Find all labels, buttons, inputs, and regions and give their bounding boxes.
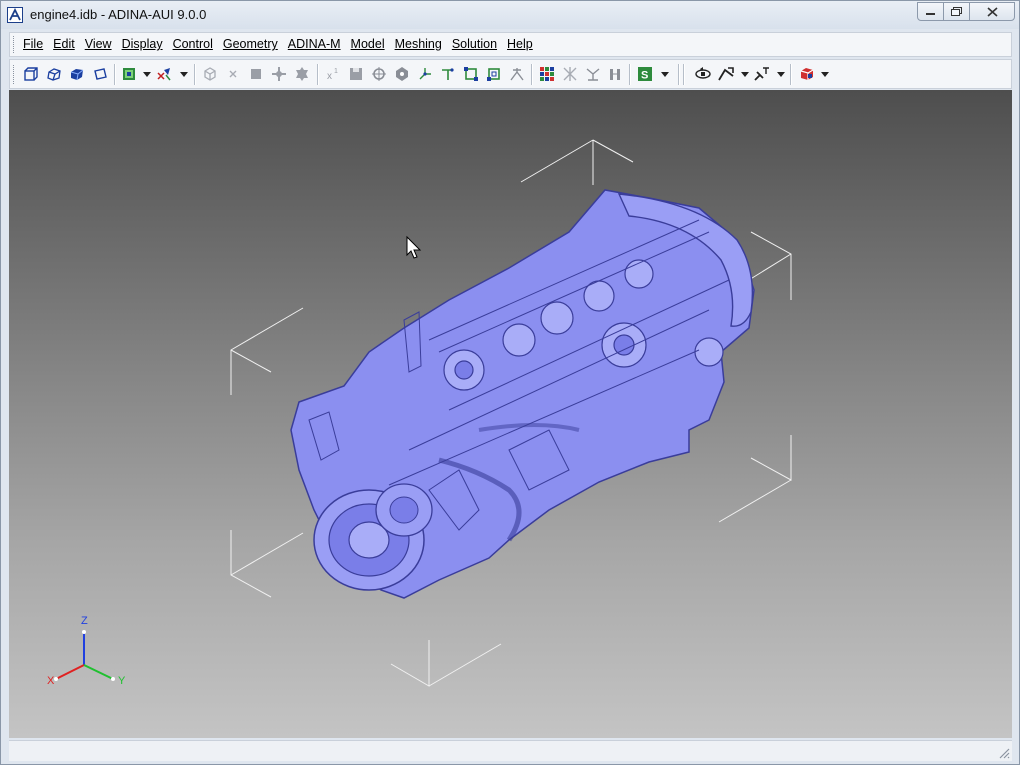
status-bar	[9, 740, 1012, 761]
zone-dropdown-icon[interactable]	[143, 72, 151, 77]
axis-icon[interactable]	[416, 65, 434, 83]
menu-meshing[interactable]: Meshing	[395, 37, 442, 51]
mesh-bar-icon[interactable]	[607, 65, 625, 83]
coordinate-icon[interactable]: x1	[324, 65, 342, 83]
symbol-plot-icon[interactable]	[155, 65, 173, 83]
menu-display[interactable]: Display	[122, 37, 163, 51]
menu-model[interactable]: Model	[351, 37, 385, 51]
minimize-button[interactable]	[917, 2, 944, 21]
menu-control[interactable]: Control	[173, 37, 213, 51]
solution-dropdown-icon[interactable]	[661, 72, 669, 77]
svg-text:1: 1	[334, 68, 338, 75]
mesh-branch-icon[interactable]	[584, 65, 602, 83]
delete-icon[interactable]	[224, 65, 242, 83]
title-bar: engine4.idb - ADINA-AUI 9.0.0	[1, 1, 1019, 29]
menu-file[interactable]: File	[23, 37, 43, 51]
square-icon[interactable]	[247, 65, 265, 83]
view-iso-icon[interactable]	[45, 65, 63, 83]
svg-text:S: S	[641, 70, 648, 82]
color-cube-icon[interactable]	[798, 65, 816, 83]
restore-icon	[951, 7, 962, 16]
menu-adina-m[interactable]: ADINA-M	[288, 37, 341, 51]
mesh-node-icon[interactable]	[561, 65, 579, 83]
shaded-view-icon[interactable]	[68, 65, 86, 83]
gear-body-icon[interactable]	[293, 65, 311, 83]
graphics-viewport[interactable]: Z X Y	[9, 90, 1012, 738]
menu-solution[interactable]: Solution	[452, 37, 497, 51]
save-icon[interactable]	[347, 65, 365, 83]
y-axis-label: Y	[118, 675, 126, 687]
axis-triad: Z X Y	[47, 615, 126, 687]
adina-logo-icon	[7, 7, 23, 23]
maximize-button[interactable]	[943, 2, 970, 21]
move-icon[interactable]	[270, 65, 288, 83]
rotate-icon[interactable]	[694, 65, 712, 83]
color-cube-dropdown-icon[interactable]	[821, 72, 829, 77]
main-toolbar: x1 S	[9, 59, 1012, 89]
pan-icon[interactable]	[717, 65, 735, 83]
close-button[interactable]	[969, 2, 1015, 21]
node-icon[interactable]	[393, 65, 411, 83]
scatter-icon[interactable]	[508, 65, 526, 83]
menu-view[interactable]: View	[85, 37, 112, 51]
menu-bar: File Edit View Display Control Geometry …	[9, 32, 1012, 57]
point-icon[interactable]	[370, 65, 388, 83]
mesh-color-icon[interactable]	[538, 65, 556, 83]
cube-icon[interactable]	[201, 65, 219, 83]
svg-text:x: x	[327, 71, 332, 82]
window-controls	[917, 2, 1015, 21]
menu-edit[interactable]: Edit	[53, 37, 75, 51]
menubar-grip[interactable]	[13, 36, 17, 53]
symbol-plot-dropdown-icon[interactable]	[180, 72, 188, 77]
solution-icon[interactable]: S	[636, 65, 654, 83]
engine-model[interactable]	[290, 189, 755, 599]
y-axis	[83, 664, 114, 680]
menu-geometry[interactable]: Geometry	[223, 37, 278, 51]
close-icon	[986, 6, 998, 17]
z-axis-label: Z	[81, 615, 88, 627]
view-front-icon[interactable]	[22, 65, 40, 83]
window-title: engine4.idb - ADINA-AUI 9.0.0	[30, 7, 207, 22]
box-frame-icon[interactable]	[485, 65, 503, 83]
x-axis-label: X	[47, 675, 55, 687]
wireframe-view-icon[interactable]	[91, 65, 109, 83]
zoom-dropdown-icon[interactable]	[777, 72, 785, 77]
resize-grip-icon[interactable]	[998, 747, 1010, 759]
frame-icon[interactable]	[462, 65, 480, 83]
model-scene: Z X Y	[47, 139, 792, 687]
menu-help[interactable]: Help	[507, 37, 533, 51]
minimize-icon	[925, 12, 935, 15]
toolbar-grip[interactable]	[13, 65, 17, 84]
app-window: engine4.idb - ADINA-AUI 9.0.0 File Edit …	[0, 0, 1020, 765]
zoom-icon[interactable]	[753, 65, 771, 83]
line-icon[interactable]	[439, 65, 457, 83]
pan-dropdown-icon[interactable]	[741, 72, 749, 77]
x-axis	[55, 664, 85, 680]
zone-icon[interactable]	[120, 65, 138, 83]
mouse-cursor	[406, 235, 422, 259]
